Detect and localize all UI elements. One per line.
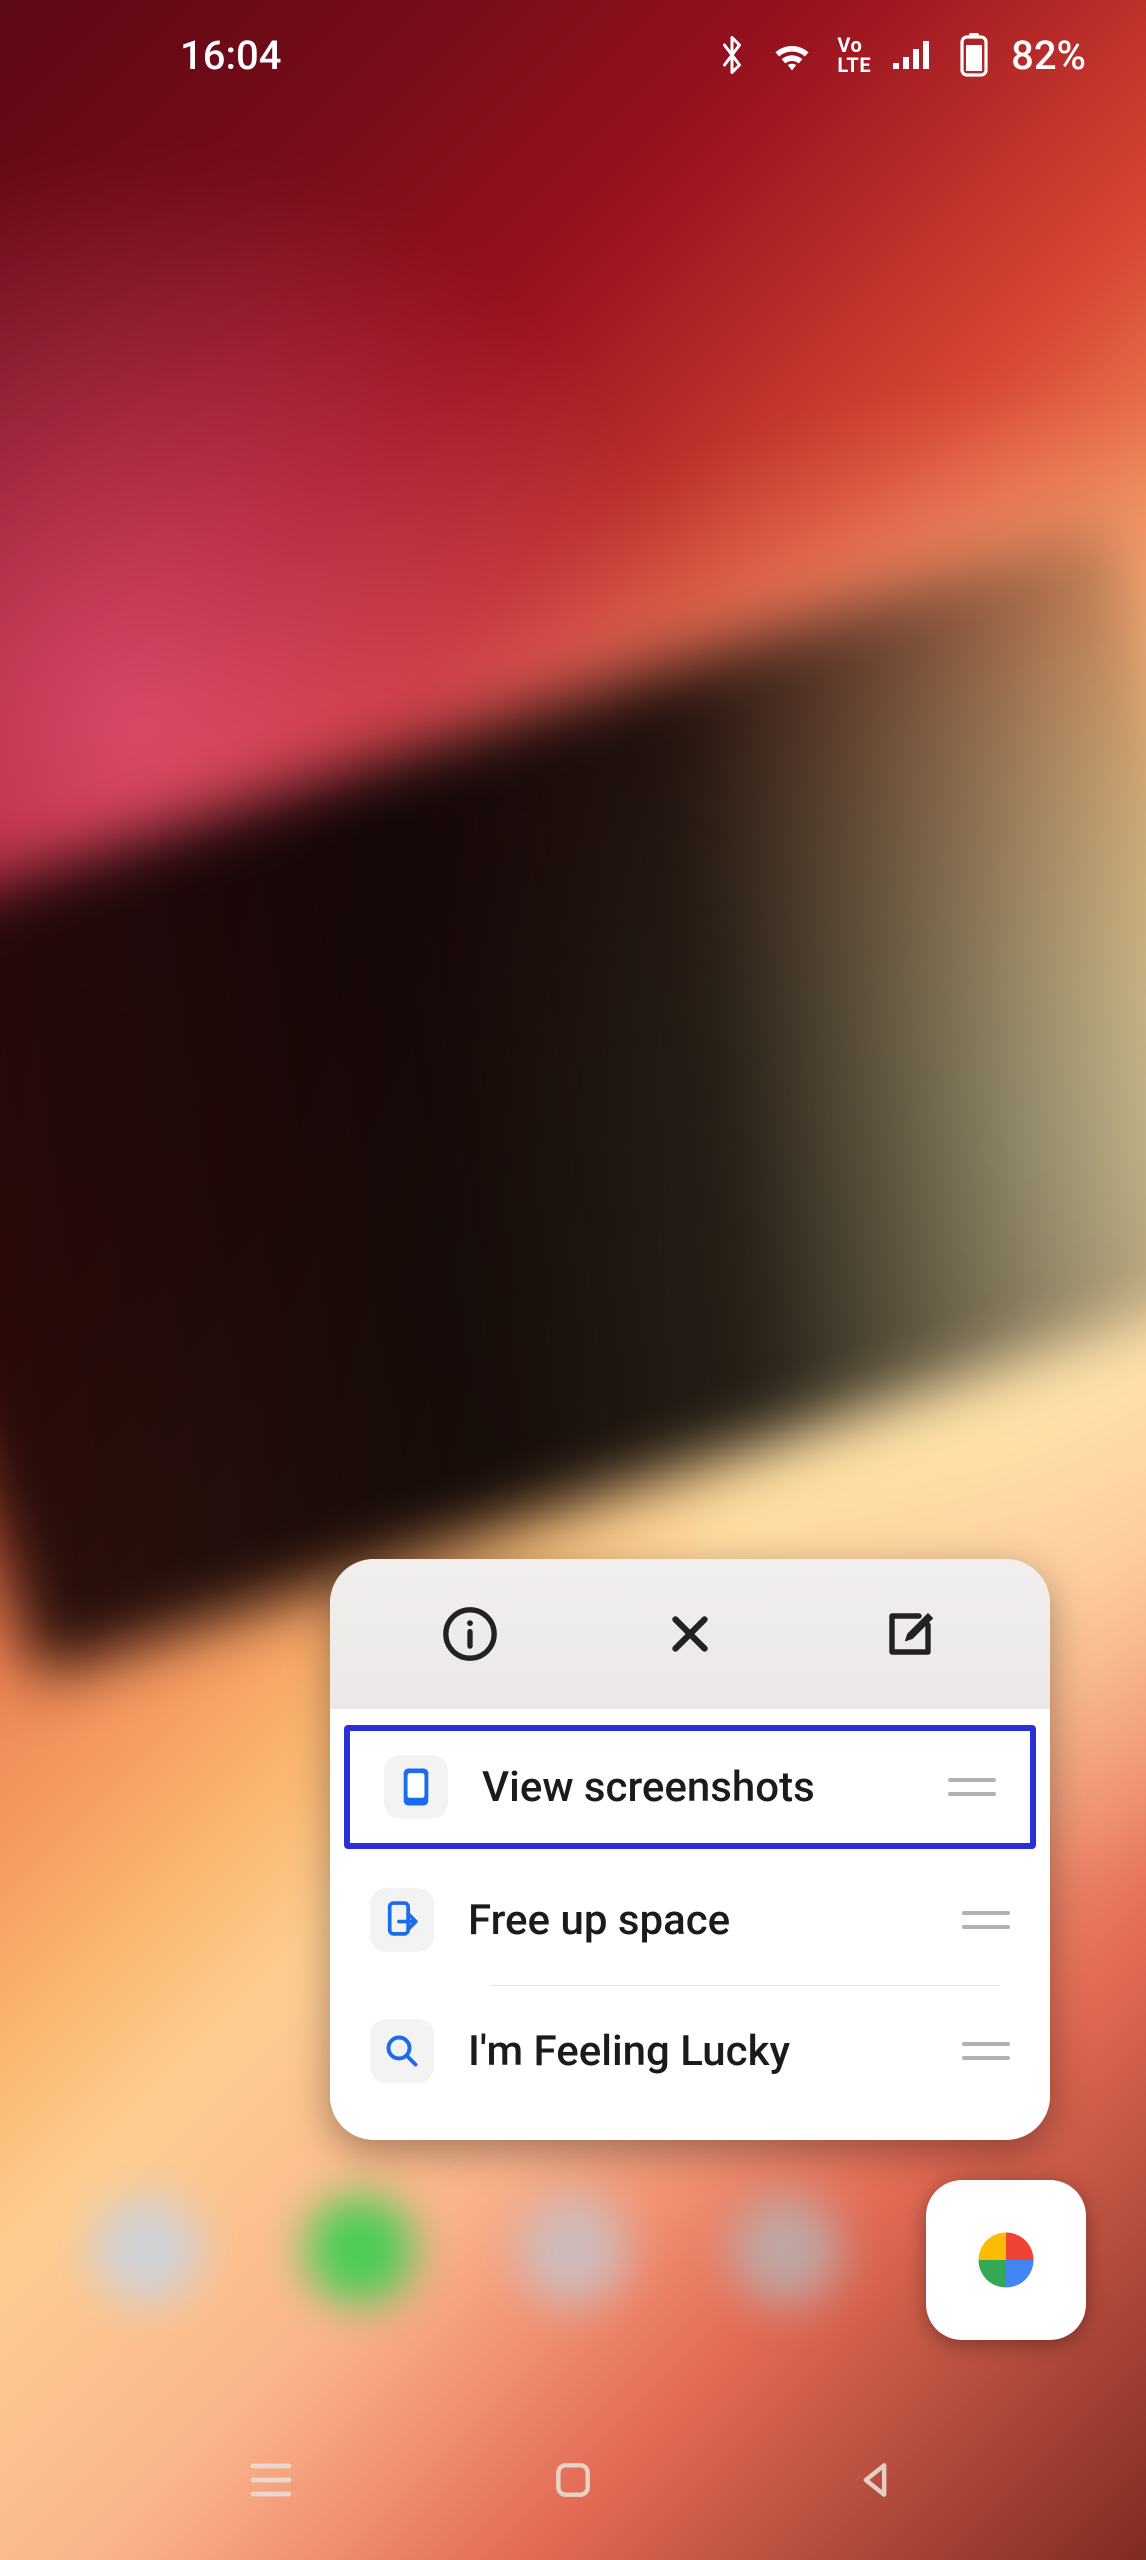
signal-icon — [893, 37, 937, 73]
app-info-button[interactable] — [430, 1594, 510, 1674]
status-bar: 16:04 Vo LTE — [0, 0, 1146, 110]
dock-app-blurred[interactable] — [72, 2175, 222, 2325]
battery-icon — [959, 33, 989, 77]
wifi-icon — [769, 37, 815, 73]
search-icon — [370, 2019, 434, 2083]
status-right: Vo LTE 82% — [717, 32, 1086, 79]
bluetooth-icon — [717, 33, 747, 77]
drag-handle-icon[interactable] — [948, 1763, 996, 1811]
app-shortcut-popup: View screenshots Free up space I'm Fee — [330, 1559, 1050, 2140]
shortcut-free-up-space[interactable]: Free up space — [330, 1855, 1050, 1985]
shortcut-view-screenshots[interactable]: View screenshots — [344, 1725, 1036, 1849]
drag-handle-icon[interactable] — [962, 2027, 1010, 2075]
close-button[interactable] — [650, 1594, 730, 1674]
battery-percent: 82% — [1011, 32, 1086, 79]
google-photos-icon — [951, 2205, 1061, 2315]
navigation-bar — [0, 2400, 1146, 2560]
volte-indicator: Vo LTE — [837, 35, 871, 75]
nav-back-button[interactable] — [840, 2445, 910, 2515]
google-photos-app[interactable] — [926, 2180, 1086, 2340]
dock-app-blurred[interactable] — [285, 2175, 435, 2325]
status-time: 16:04 — [180, 32, 281, 79]
shortcut-label: Free up space — [468, 1896, 928, 1945]
free-space-icon — [370, 1888, 434, 1952]
nav-recents-button[interactable] — [236, 2445, 306, 2515]
dock-app-blurred[interactable] — [711, 2175, 861, 2325]
drag-handle-icon[interactable] — [962, 1896, 1010, 1944]
shortcut-feeling-lucky[interactable]: I'm Feeling Lucky — [330, 1986, 1050, 2116]
edit-button[interactable] — [870, 1594, 950, 1674]
shortcut-label: View screenshots — [482, 1763, 914, 1812]
nav-home-button[interactable] — [538, 2445, 608, 2515]
shortcut-label: I'm Feeling Lucky — [468, 2027, 928, 2076]
popup-list: View screenshots Free up space I'm Fee — [330, 1709, 1050, 2140]
popup-header — [330, 1559, 1050, 1709]
dock-app-blurred[interactable] — [498, 2175, 648, 2325]
screenshot-icon — [384, 1755, 448, 1819]
